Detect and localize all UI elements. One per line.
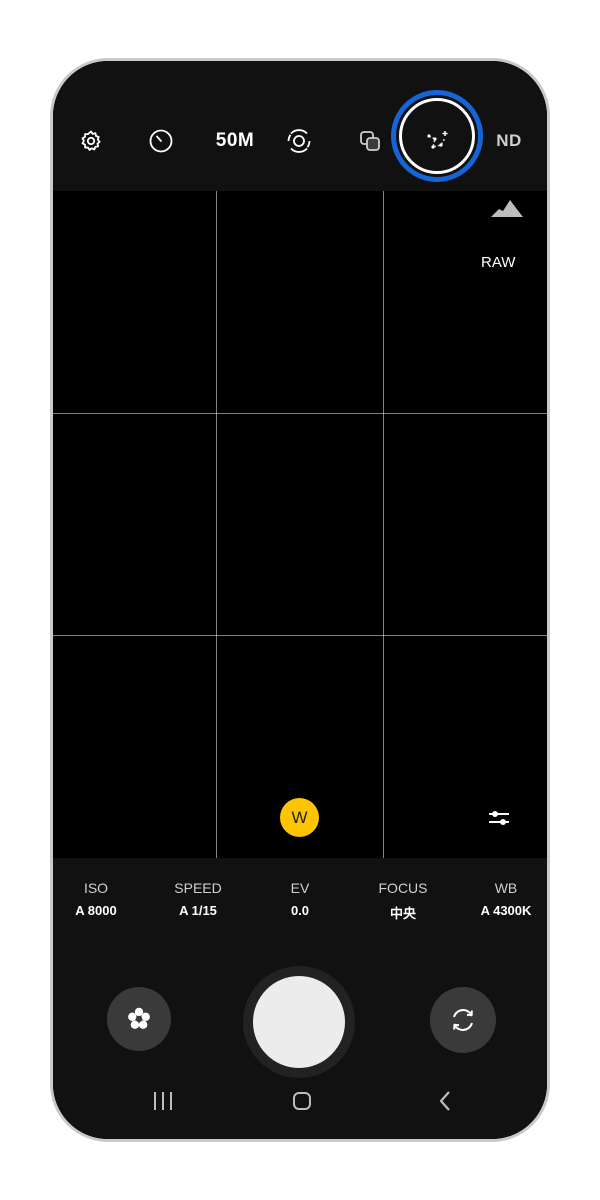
lens-label: W xyxy=(291,807,308,827)
viewfinder[interactable]: RAW W xyxy=(53,191,547,858)
grid-line xyxy=(383,191,384,858)
effects-button[interactable] xyxy=(107,987,171,1051)
settings-icon[interactable] xyxy=(73,119,109,163)
home-icon[interactable] xyxy=(284,1085,320,1117)
setting-speed[interactable]: SPEED A 1/15 xyxy=(148,880,248,918)
nd-filter-button[interactable]: ND xyxy=(489,119,529,163)
overlay-icon[interactable] xyxy=(353,119,389,163)
setting-value: A 4300K xyxy=(480,903,532,918)
resolution-label: 50M xyxy=(215,130,255,151)
setting-value: 0.0 xyxy=(290,903,310,918)
star-trail-icon[interactable] xyxy=(419,119,455,163)
setting-value: 中央 xyxy=(389,906,416,921)
nd-label: ND xyxy=(496,131,522,150)
histogram-icon[interactable] xyxy=(491,197,523,217)
setting-label: WB xyxy=(494,880,518,896)
raw-label[interactable]: RAW xyxy=(481,254,515,271)
flower-icon xyxy=(128,1007,150,1029)
pro-settings-bar: ISO A 8000 SPEED A 1/15 EV 0.0 FOCUS 中央 … xyxy=(53,858,547,938)
recent-apps-icon[interactable] xyxy=(145,1085,181,1117)
setting-focus[interactable]: FOCUS 中央 xyxy=(353,880,453,922)
switch-camera-icon xyxy=(453,1009,473,1031)
resolution-button[interactable]: 50M xyxy=(205,119,265,163)
setting-value: A 8000 xyxy=(75,903,117,918)
metering-icon[interactable] xyxy=(281,119,317,163)
grid-line xyxy=(53,635,547,636)
bottom-controls xyxy=(53,938,547,1139)
setting-label: SPEED xyxy=(174,880,222,896)
top-toolbar: 50M ND xyxy=(53,61,547,191)
camera-screen: 50M ND RAW W ISO A 8000 SPEED A 1/15 EV … xyxy=(53,61,547,1139)
phone-frame: 50M ND RAW W ISO A 8000 SPEED A 1/15 EV … xyxy=(50,58,550,1142)
setting-label: ISO xyxy=(83,880,109,896)
grid-line xyxy=(216,191,217,858)
switch-camera-button[interactable] xyxy=(430,987,496,1053)
setting-ev[interactable]: EV 0.0 xyxy=(250,880,350,918)
timer-icon[interactable] xyxy=(143,119,179,163)
shutter-button[interactable] xyxy=(253,976,345,1068)
back-icon[interactable] xyxy=(427,1085,463,1117)
sliders-icon[interactable] xyxy=(487,807,511,829)
setting-value: A 1/15 xyxy=(179,903,217,918)
lens-selector[interactable]: W xyxy=(280,798,319,837)
shutter-ring xyxy=(243,966,355,1078)
setting-label: FOCUS xyxy=(378,880,428,896)
setting-label: EV xyxy=(290,880,310,896)
grid-line xyxy=(53,413,547,414)
setting-wb[interactable]: WB A 4300K xyxy=(456,880,547,918)
setting-iso[interactable]: ISO A 8000 xyxy=(53,880,146,918)
